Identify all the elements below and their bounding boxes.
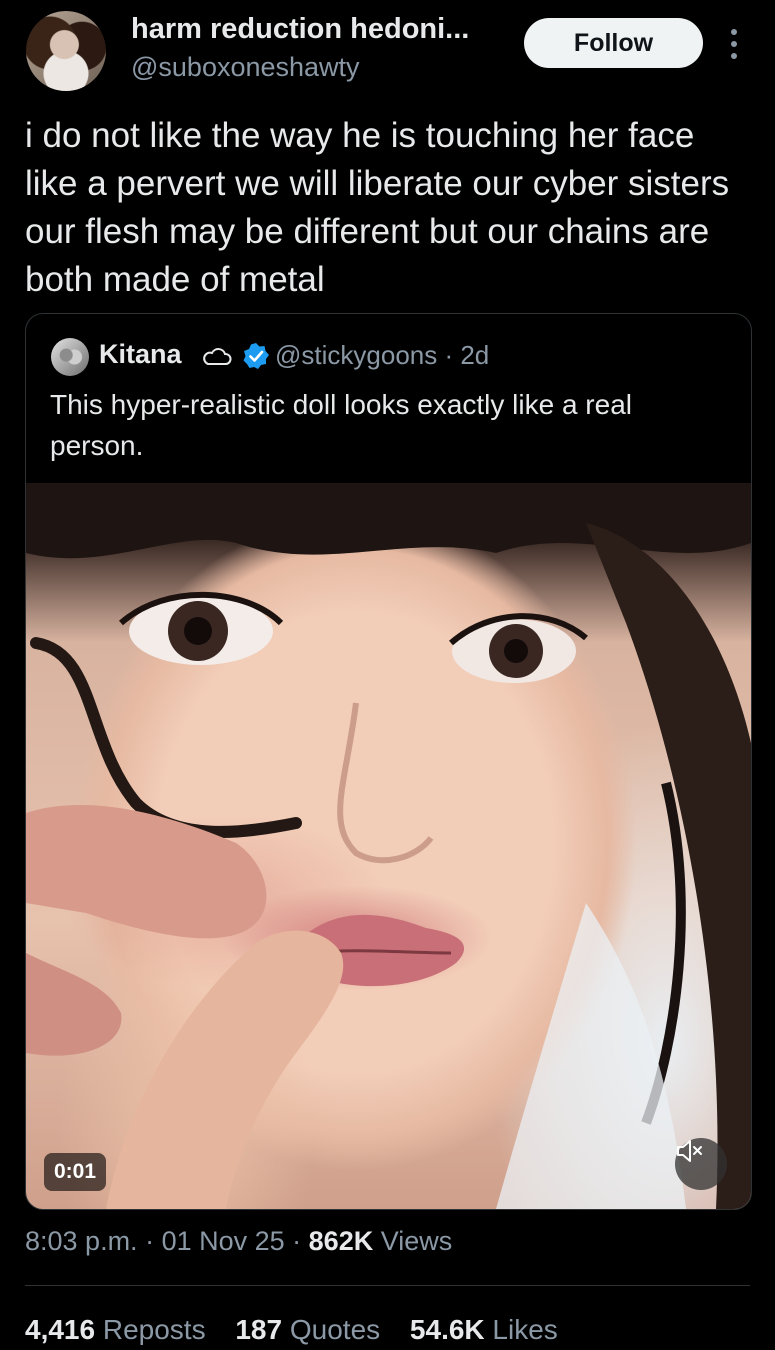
tweet-meta: 8:03 p.m. · 01 Nov 25 · 862K Views <box>25 1226 452 1257</box>
engagement-stats: 4,416 Reposts 187 Quotes 54.6K Likes <box>25 1314 580 1346</box>
quoted-handle-time: @stickygoons · 2d <box>275 340 490 370</box>
quotes-label: Quotes <box>289 1314 381 1345</box>
likes-count: 54.6K <box>409 1314 485 1345</box>
divider <box>25 1285 750 1286</box>
mute-toggle-button[interactable] <box>675 1138 727 1190</box>
quoted-tweet-card[interactable]: Kitana @stickygoons · 2d This hyper-real… <box>25 313 752 1210</box>
video-timestamp-badge: 0:01 <box>44 1153 106 1191</box>
tweet-time: 8:03 p.m. <box>25 1226 138 1256</box>
quoted-author-avatar <box>51 338 89 376</box>
meta-separator: · <box>137 1226 162 1256</box>
cloud-icon <box>202 346 232 368</box>
volume-muted-icon <box>677 1140 702 1162</box>
video-player[interactable]: 0:01 <box>26 483 751 1209</box>
author-display-name[interactable]: harm reduction hedoni... <box>131 13 469 46</box>
quoted-tweet-text: This hyper-realistic doll looks exactly … <box>50 389 632 461</box>
tweet-date: 01 Nov 25 <box>161 1226 285 1256</box>
reposts-count: 4,416 <box>25 1314 96 1345</box>
quotes-count: 187 <box>235 1314 283 1345</box>
quoted-author-name: Kitana <box>99 339 182 369</box>
tweet-text: i do not like the way he is touching her… <box>25 116 730 299</box>
likes-stat[interactable]: 54.6K Likes <box>410 1314 558 1345</box>
views-label: Views <box>373 1226 453 1256</box>
verified-badge-icon <box>242 342 270 370</box>
reposts-stat[interactable]: 4,416 Reposts <box>25 1314 206 1345</box>
meta-separator: · <box>284 1226 309 1256</box>
reposts-label: Reposts <box>102 1314 206 1345</box>
author-avatar[interactable] <box>26 11 106 91</box>
video-frame-illustration <box>26 483 751 1209</box>
likes-label: Likes <box>492 1314 558 1345</box>
author-handle[interactable]: @suboxoneshawty <box>131 52 360 83</box>
more-vertical-icon[interactable] <box>722 26 746 62</box>
views-count: 862K <box>308 1226 374 1256</box>
quotes-stat[interactable]: 187 Quotes <box>235 1314 380 1345</box>
follow-button[interactable]: Follow <box>524 18 703 68</box>
